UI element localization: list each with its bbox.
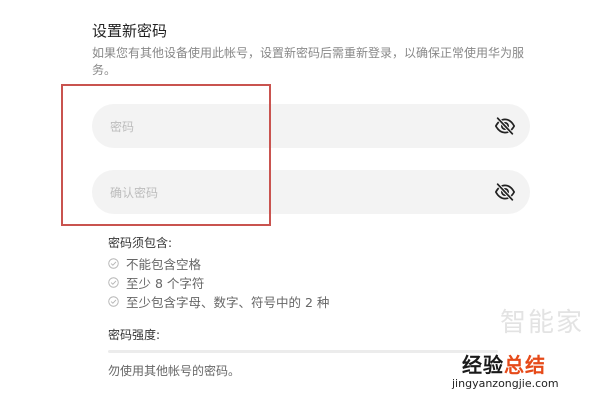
check-circle-icon	[108, 277, 119, 288]
watermark-logo: 经验总结	[462, 349, 546, 378]
requirement-item: 不能包含空格	[108, 254, 329, 273]
eye-slash-icon[interactable]	[494, 115, 516, 137]
requirements-list: 不能包含空格 至少 8 个字符 至少包含字母、数字、符号中的 2 种	[108, 254, 329, 311]
password-reset-page: 设置新密码 如果您有其他设备使用此帐号，设置新密码后需重新登录，以确保正常使用华…	[0, 0, 600, 400]
password-tip: 勿使用其他帐号的密码。	[108, 364, 241, 378]
page-description: 如果您有其他设备使用此帐号，设置新密码后需重新登录，以确保正常使用华为服务。	[92, 46, 525, 77]
requirement-label: 至少包含字母、数字、符号中的 2 种	[126, 295, 330, 310]
check-circle-icon	[108, 258, 119, 269]
requirement-item: 至少 8 个字符	[108, 273, 329, 292]
highlight-annotation-box	[61, 84, 271, 226]
requirement-label: 不能包含空格	[126, 257, 202, 272]
requirement-label: 至少 8 个字符	[126, 276, 205, 291]
requirements-title: 密码须包含:	[108, 236, 173, 250]
strength-label: 密码强度:	[108, 328, 161, 342]
watermark-url: jingyanzongjie.com	[452, 377, 559, 390]
strength-meter	[108, 350, 498, 353]
check-circle-icon	[108, 296, 119, 307]
requirement-item: 至少包含字母、数字、符号中的 2 种	[108, 292, 329, 311]
page-title: 设置新密码	[92, 22, 168, 40]
watermark-text-prefix: 经验	[462, 353, 504, 377]
watermark-text-accent: 总结	[504, 353, 546, 377]
watermark-faint-text: 智能家	[500, 308, 585, 338]
eye-slash-icon[interactable]	[494, 181, 516, 203]
